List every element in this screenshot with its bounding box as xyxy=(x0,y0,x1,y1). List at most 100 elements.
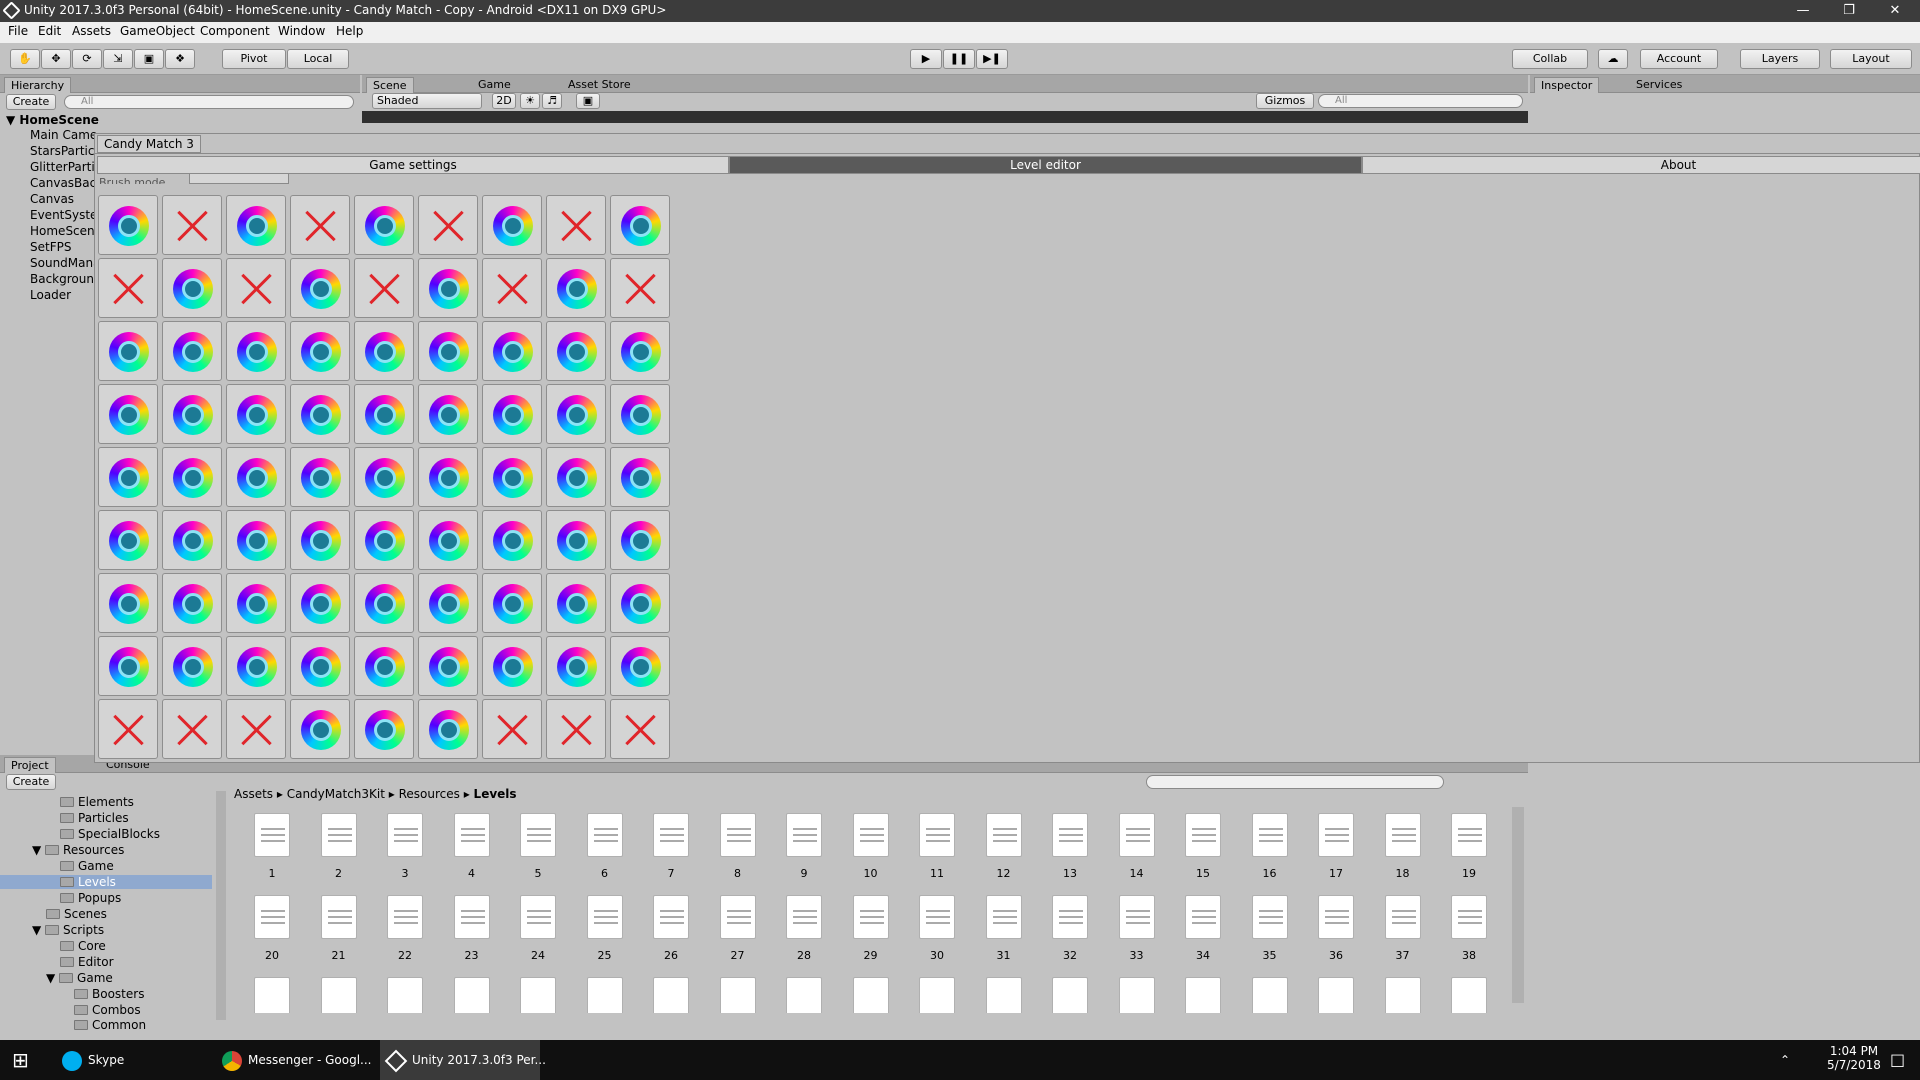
grid-cell[interactable] xyxy=(98,321,158,381)
menu-gameobject[interactable]: GameObject xyxy=(120,24,195,38)
account-dropdown[interactable]: Account xyxy=(1640,49,1718,69)
tab-game[interactable]: Game xyxy=(472,77,517,93)
windows-start-icon[interactable]: ⊞ xyxy=(12,1040,29,1080)
level-asset[interactable]: 38 xyxy=(1443,895,1489,967)
grid-cell[interactable] xyxy=(290,510,350,570)
grid-cell[interactable] xyxy=(546,510,606,570)
level-asset[interactable]: 6 xyxy=(579,813,625,885)
grid-cell[interactable] xyxy=(354,195,414,255)
grid-cell[interactable] xyxy=(162,258,222,318)
hierarchy-item[interactable]: GlitterParti xyxy=(30,160,95,174)
grid-cell[interactable] xyxy=(290,573,350,633)
grid-cell[interactable] xyxy=(226,636,286,696)
tray-chevron-icon[interactable]: ⌃ xyxy=(1780,1040,1790,1080)
collab-dropdown[interactable]: Collab xyxy=(1512,49,1588,69)
clock[interactable]: 1:04 PM 5/7/2018 xyxy=(1824,1044,1884,1072)
grid-cell[interactable] xyxy=(162,447,222,507)
folder-item[interactable]: Game xyxy=(60,859,114,873)
grid-cell[interactable] xyxy=(290,258,350,318)
hierarchy-item[interactable]: Backgroun xyxy=(30,272,94,286)
level-asset[interactable]: 14 xyxy=(1111,813,1157,885)
level-asset[interactable] xyxy=(446,977,492,1013)
folder-item[interactable]: Scenes xyxy=(46,907,107,921)
breadcrumb-item[interactable]: Resources xyxy=(399,787,460,801)
grid-cell[interactable] xyxy=(610,510,670,570)
folder-item[interactable]: ▼ Game xyxy=(46,971,113,985)
level-asset[interactable]: 37 xyxy=(1377,895,1423,967)
level-asset[interactable]: 2 xyxy=(313,813,359,885)
level-asset[interactable] xyxy=(645,977,691,1013)
level-asset[interactable]: 1 xyxy=(246,813,292,885)
grid-cell[interactable] xyxy=(610,699,670,759)
play-button[interactable]: ▶ xyxy=(910,49,942,69)
breadcrumb-item[interactable]: Levels xyxy=(474,787,517,801)
tab-game-settings[interactable]: Game settings xyxy=(97,156,729,174)
hierarchy-scene-name[interactable]: ▼ HomeScene xyxy=(6,113,99,127)
level-asset[interactable]: 31 xyxy=(978,895,1024,967)
level-asset[interactable] xyxy=(712,977,758,1013)
level-asset[interactable]: 32 xyxy=(1044,895,1090,967)
folder-item-selected[interactable]: Levels xyxy=(0,875,212,889)
layout-dropdown[interactable]: Layout xyxy=(1830,49,1912,69)
grid-cell[interactable] xyxy=(482,510,542,570)
grid-cell[interactable] xyxy=(226,510,286,570)
grid-cell[interactable] xyxy=(418,195,478,255)
menu-component[interactable]: Component xyxy=(200,24,270,38)
grid-cell[interactable] xyxy=(98,510,158,570)
grid-cell[interactable] xyxy=(482,573,542,633)
level-asset[interactable] xyxy=(246,977,292,1013)
grid-cell[interactable] xyxy=(354,258,414,318)
menu-window[interactable]: Window xyxy=(278,24,325,38)
grid-cell[interactable] xyxy=(610,447,670,507)
level-asset[interactable]: 12 xyxy=(978,813,1024,885)
folder-item[interactable]: Common xyxy=(74,1018,146,1032)
grid-cell[interactable] xyxy=(418,447,478,507)
level-asset[interactable]: 11 xyxy=(911,813,957,885)
grid-cell[interactable] xyxy=(482,258,542,318)
grid-cell[interactable] xyxy=(290,384,350,444)
hierarchy-item[interactable]: Loader xyxy=(30,288,71,302)
grid-cell[interactable] xyxy=(98,258,158,318)
tab-services[interactable]: Services xyxy=(1630,77,1688,93)
minimize-button[interactable]: — xyxy=(1780,0,1826,22)
tab-project[interactable]: Project xyxy=(4,757,56,773)
grid-cell[interactable] xyxy=(610,258,670,318)
grid-cell[interactable] xyxy=(482,447,542,507)
level-asset[interactable] xyxy=(1443,977,1489,1013)
grid-cell[interactable] xyxy=(290,447,350,507)
grid-cell[interactable] xyxy=(162,636,222,696)
grid-cell[interactable] xyxy=(226,447,286,507)
level-asset[interactable] xyxy=(512,977,558,1013)
level-asset[interactable]: 7 xyxy=(645,813,691,885)
audio-icon[interactable]: ♬ xyxy=(542,93,562,109)
grid-cell[interactable] xyxy=(482,321,542,381)
grid-cell[interactable] xyxy=(610,636,670,696)
level-asset[interactable] xyxy=(1244,977,1290,1013)
grid-cell[interactable] xyxy=(354,510,414,570)
grid-cell[interactable] xyxy=(610,573,670,633)
level-asset[interactable]: 21 xyxy=(313,895,359,967)
grid-cell[interactable] xyxy=(546,699,606,759)
scene-viewport[interactable] xyxy=(362,111,1528,123)
hierarchy-item[interactable]: StarsPartic xyxy=(30,144,94,158)
grid-cell[interactable] xyxy=(162,321,222,381)
grid-cell[interactable] xyxy=(610,321,670,381)
level-asset[interactable]: 5 xyxy=(512,813,558,885)
grid-cell[interactable] xyxy=(98,699,158,759)
level-asset[interactable]: 18 xyxy=(1377,813,1423,885)
grid-cell[interactable] xyxy=(354,447,414,507)
mode-2d-button[interactable]: 2D xyxy=(492,93,516,109)
taskbar-unity[interactable]: Unity 2017.3.0f3 Per... xyxy=(380,1040,546,1080)
taskbar-messenger[interactable]: Messenger - Googl... xyxy=(222,1040,372,1080)
level-asset[interactable]: 19 xyxy=(1443,813,1489,885)
hierarchy-search-input[interactable]: All xyxy=(64,95,354,109)
level-asset[interactable]: 22 xyxy=(379,895,425,967)
grid-cell[interactable] xyxy=(226,384,286,444)
menu-help[interactable]: Help xyxy=(336,24,363,38)
menu-file[interactable]: File xyxy=(8,24,28,38)
level-asset[interactable] xyxy=(911,977,957,1013)
grid-cell[interactable] xyxy=(162,195,222,255)
grid-cell[interactable] xyxy=(418,510,478,570)
grid-cell[interactable] xyxy=(290,699,350,759)
level-asset[interactable]: 3 xyxy=(379,813,425,885)
